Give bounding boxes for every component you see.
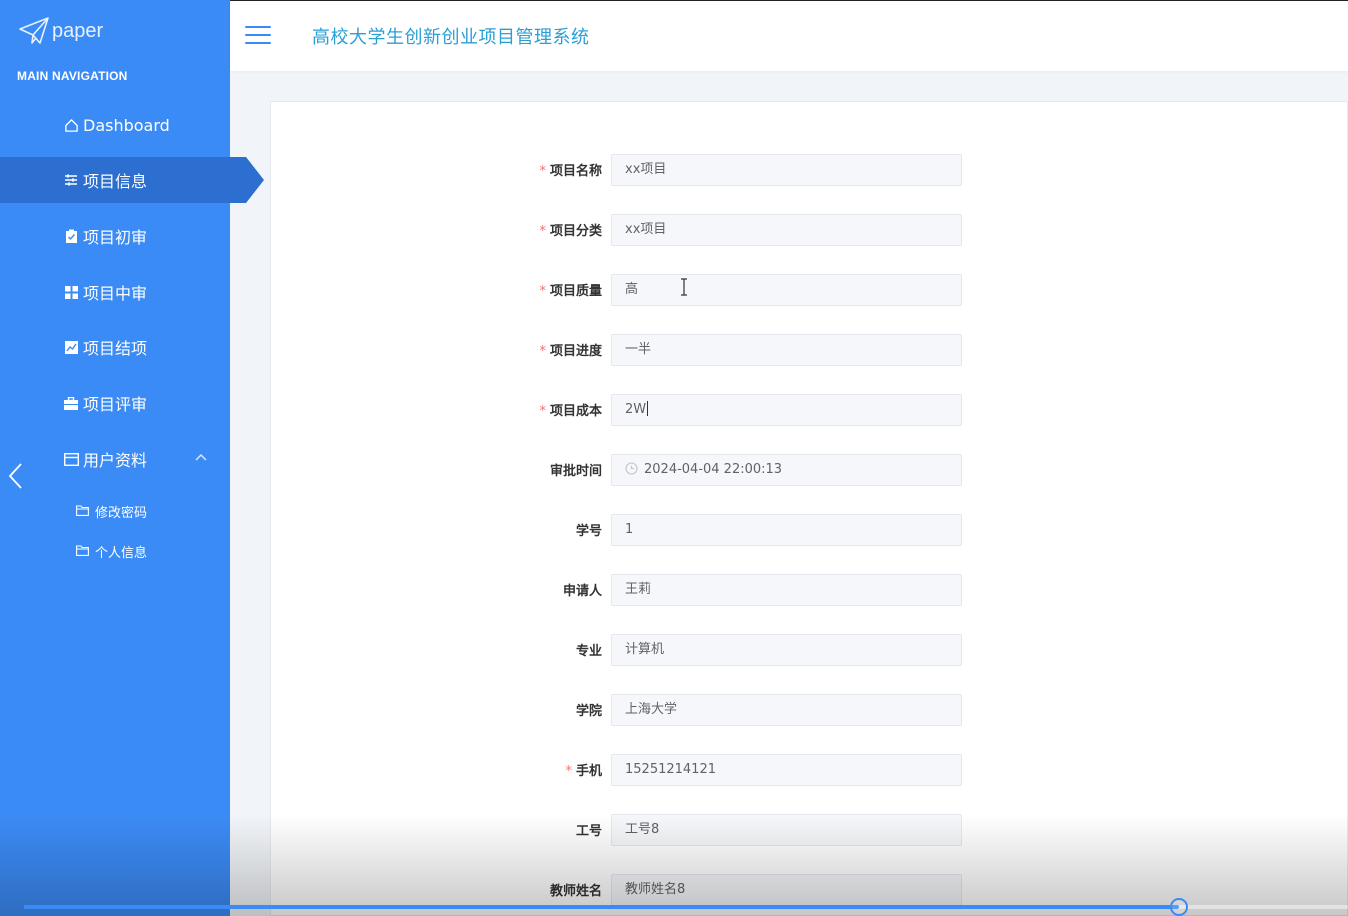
sidebar-item-user-profile[interactable]: 用户资料 — [0, 436, 230, 482]
applicant-input[interactable]: 王莉 — [611, 574, 962, 606]
form-row-approval-time: 审批时间 2024-04-04 22:00:13 — [271, 454, 1348, 486]
sidebar-item-project-info[interactable]: 项目信息 — [0, 157, 264, 203]
folder-icon — [76, 545, 90, 557]
home-icon — [63, 117, 79, 133]
sidebar-item-label: 用户资料 — [83, 451, 148, 470]
input-value: 2024-04-04 22:00:13 — [644, 462, 783, 477]
form-row-major: 专业 计算机 — [271, 634, 1348, 666]
form-label: 审批时间 — [549, 464, 602, 479]
form-label: 申请人 — [562, 584, 602, 599]
form-label: * 项目名称 — [539, 164, 602, 179]
sliders-icon — [63, 172, 79, 188]
app-title: 高校大学生创新创业项目管理系统 — [312, 27, 590, 48]
form-row-college: 学院 上海大学 — [271, 694, 1348, 726]
sidebar-item-label: 项目结项 — [83, 339, 148, 358]
logo[interactable]: paper — [18, 14, 103, 48]
paper-plane-icon — [19, 17, 49, 44]
sidebar-item-dashboard[interactable]: Dashboard — [0, 102, 230, 148]
form-row-project-cost: * 项目成本 2W — [271, 394, 1348, 426]
sidebar-item-label: Dashboard — [83, 115, 170, 135]
logo-text: paper — [52, 19, 104, 42]
phone-input[interactable]: 15251214121 — [611, 754, 962, 786]
sidebar-subitem-label: 个人信息 — [95, 545, 148, 561]
form-label: 工号 — [575, 824, 602, 839]
sidebar: paper MAIN NAVIGATION Dashboard 项目信息 项目初… — [0, 0, 264, 916]
progress-knob[interactable] — [1170, 898, 1188, 916]
text-cursor-icon — [681, 278, 687, 296]
form-label: 教师姓名 — [549, 884, 602, 899]
form-row-project-quality: * 项目质量 高 — [271, 274, 1348, 306]
approval-time-picker[interactable]: 2024-04-04 22:00:13 — [611, 454, 962, 486]
form-label: 学院 — [575, 704, 602, 719]
required-mark: * — [539, 284, 546, 299]
project-cost-input[interactable]: 2W — [611, 394, 962, 426]
form-label: 专业 — [575, 644, 602, 659]
chart-icon — [63, 339, 79, 355]
project-name-input[interactable]: xx项目 — [611, 154, 962, 186]
sidebar-item-conclusion[interactable]: 项目结项 — [0, 324, 230, 370]
briefcase-icon — [63, 395, 79, 411]
sidebar-subitem-label: 修改密码 — [95, 505, 148, 521]
sidebar-subitem-personal-info[interactable]: 个人信息 — [0, 536, 230, 566]
project-quality-input[interactable]: 高 — [611, 274, 962, 306]
required-mark: * — [565, 764, 572, 779]
required-mark: * — [539, 344, 546, 359]
menu-toggle-icon[interactable] — [245, 26, 271, 46]
student-id-input[interactable]: 1 — [611, 514, 962, 546]
card-icon — [63, 451, 79, 467]
topbar: 高校大学生创新创业项目管理系统 — [230, 0, 1348, 71]
required-mark: * — [539, 404, 546, 419]
form-row-project-progress: * 项目进度 一半 — [271, 334, 1348, 366]
sidebar-item-label: 项目信息 — [83, 172, 148, 191]
input-value: 2W — [625, 402, 647, 417]
form-row-applicant: 申请人 王莉 — [271, 574, 1348, 606]
sidebar-item-mid-review[interactable]: 项目中审 — [0, 269, 230, 315]
form-label: * 项目进度 — [539, 344, 602, 359]
sidebar-item-initial-review[interactable]: 项目初审 — [0, 213, 230, 259]
sidebar-item-label: 项目中审 — [83, 284, 148, 303]
form-row-project-name: * 项目名称 xx项目 — [271, 154, 1348, 186]
form-label: 学号 — [575, 524, 602, 539]
sidebar-item-evaluation[interactable]: 项目评审 — [0, 380, 230, 426]
sidebar-subitem-change-password[interactable]: 修改密码 — [0, 496, 230, 526]
project-progress-input[interactable]: 一半 — [611, 334, 962, 366]
progress-fill — [24, 905, 1179, 909]
required-mark: * — [539, 224, 546, 239]
chevron-up-icon — [195, 453, 207, 461]
form-label: * 项目成本 — [539, 404, 602, 419]
college-input[interactable]: 上海大学 — [611, 694, 962, 726]
form-row-student-id: 学号 1 — [271, 514, 1348, 546]
clock-icon — [625, 462, 638, 475]
text-caret — [647, 401, 649, 416]
sidebar-item-label: 项目评审 — [83, 395, 148, 414]
nav-header: MAIN NAVIGATION — [17, 69, 128, 83]
project-category-input[interactable]: xx项目 — [611, 214, 962, 246]
project-form: * 项目名称 xx项目 * 项目分类 xx项目 * 项目质量 高 * 项目进度 一半 *… — [270, 101, 1348, 916]
form-row-project-category: * 项目分类 xx项目 — [271, 214, 1348, 246]
folder-icon — [76, 505, 90, 517]
employee-id-input[interactable]: 工号8 — [611, 814, 962, 846]
form-label: * 项目质量 — [539, 284, 602, 299]
clipboard-icon — [63, 228, 79, 244]
major-input[interactable]: 计算机 — [611, 634, 962, 666]
grid-icon — [63, 284, 79, 300]
sidebar-item-label: 项目初审 — [83, 228, 148, 247]
form-label: * 项目分类 — [539, 224, 602, 239]
form-row-employee-id: 工号 工号8 — [271, 814, 1348, 846]
chevron-left-icon[interactable] — [6, 462, 24, 490]
form-row-phone: * 手机 15251214121 — [271, 754, 1348, 786]
required-mark: * — [539, 164, 546, 179]
form-label: * 手机 — [565, 764, 602, 779]
teacher-name-input[interactable]: 教师姓名8 — [611, 874, 962, 906]
